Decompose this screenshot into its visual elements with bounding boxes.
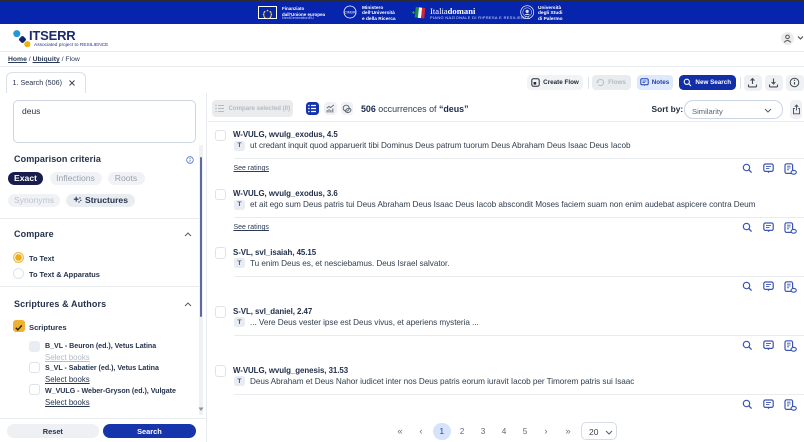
svg-text:CIMUR: CIMUR (344, 11, 356, 15)
